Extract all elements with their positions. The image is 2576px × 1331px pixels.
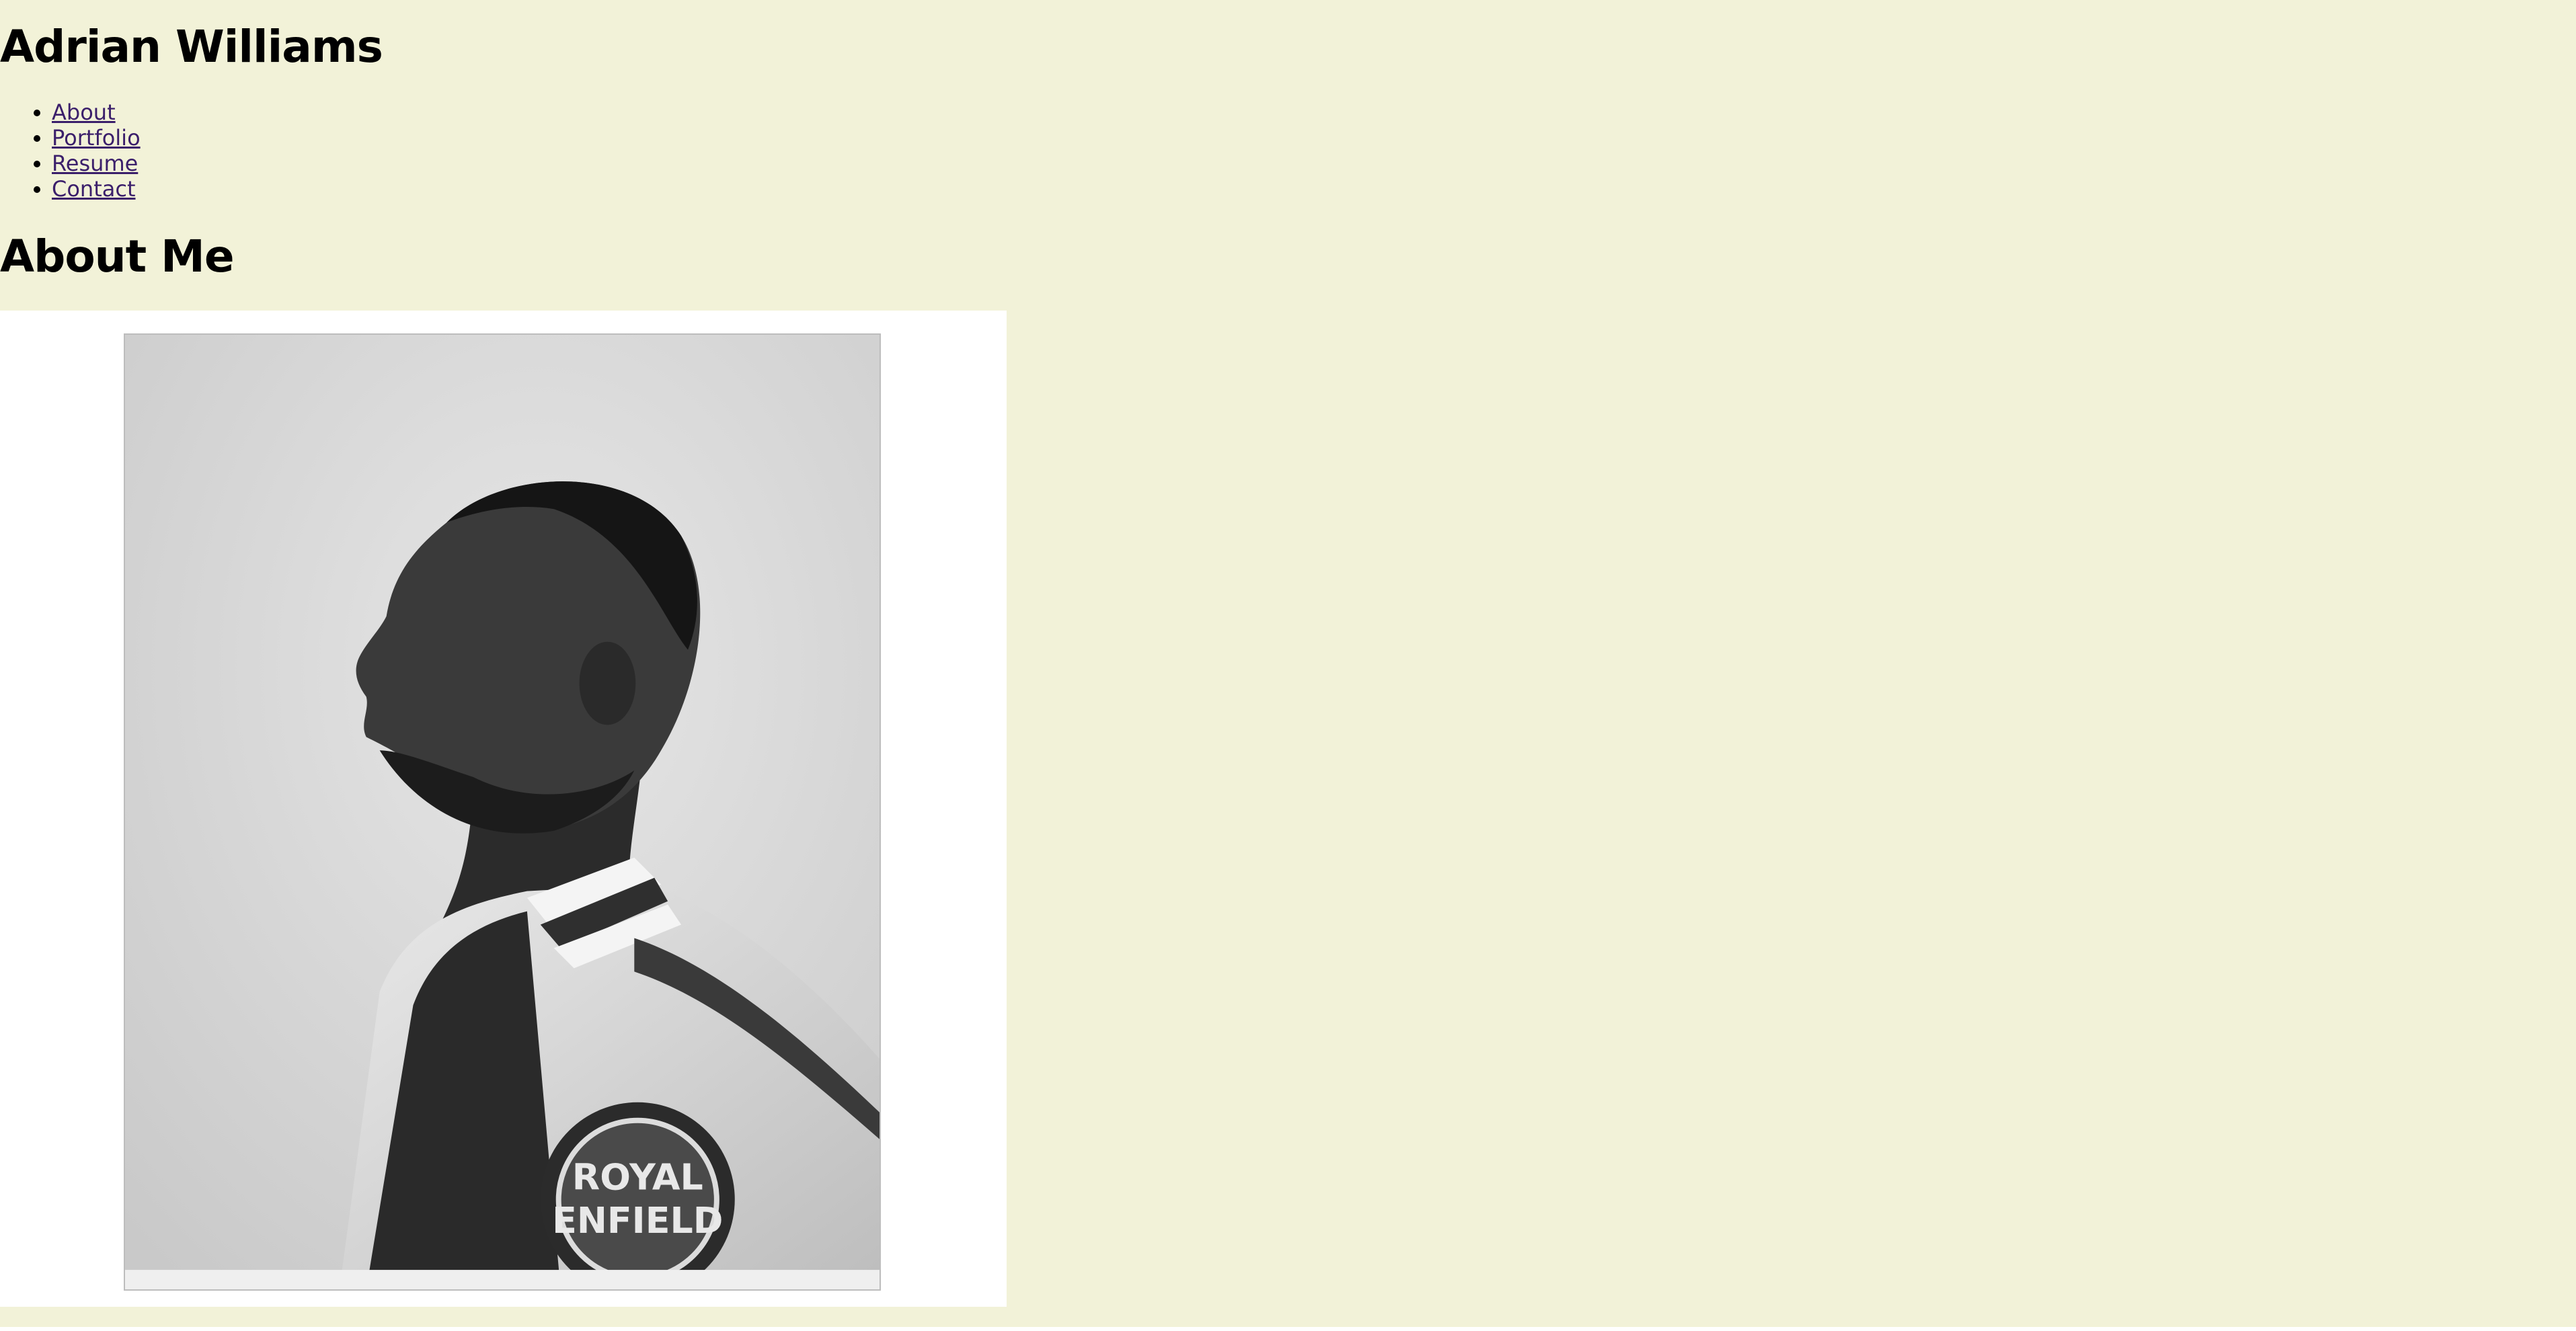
nav-item-about: About — [52, 99, 141, 125]
profile-photo-frame: ROYAL ENFIELD — [0, 311, 1007, 1307]
patch-text-line1: ROYAL — [572, 1156, 703, 1198]
patch-text-line2: ENFIELD — [552, 1199, 723, 1242]
nav-link-about[interactable]: About — [52, 99, 116, 125]
site-title: Adrian Williams — [0, 21, 383, 73]
nav-item-portfolio: Portfolio — [52, 125, 141, 151]
portrait-illustration: ROYAL ENFIELD — [125, 335, 880, 1289]
bottom-divider — [0, 1327, 2576, 1331]
nav-link-contact[interactable]: Contact — [52, 176, 136, 202]
profile-photo: ROYAL ENFIELD — [124, 333, 881, 1291]
main-nav: About Portfolio Resume Contact — [0, 99, 141, 202]
nav-item-contact: Contact — [52, 176, 141, 202]
nav-link-portfolio[interactable]: Portfolio — [52, 125, 141, 151]
nav-item-resume: Resume — [52, 151, 141, 176]
nav-link-resume[interactable]: Resume — [52, 151, 138, 176]
about-me-heading: About Me — [0, 231, 235, 282]
page: Adrian Williams About Portfolio Resume C… — [0, 0, 2576, 1331]
